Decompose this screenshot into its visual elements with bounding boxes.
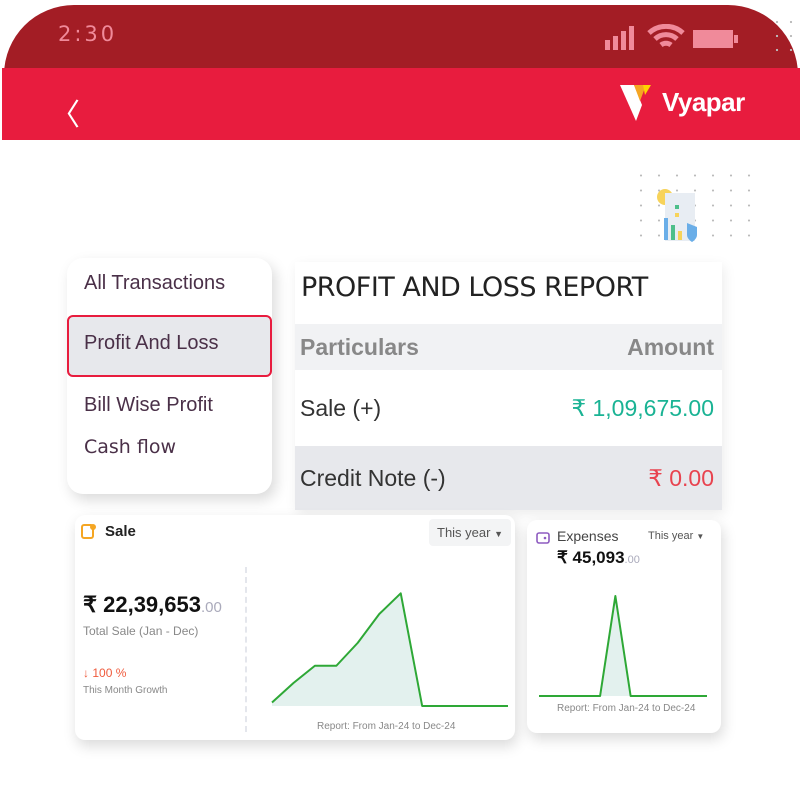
- expenses-card: Expenses This year ▼ ₹ 45,093.00 Report:…: [527, 520, 721, 733]
- growth-value: ↓ 100 %: [83, 666, 127, 680]
- menu-item-bill-wise-profit[interactable]: Bill Wise Profit: [84, 394, 213, 417]
- expenses-title: Expenses: [557, 528, 619, 544]
- report-row[interactable]: Credit Note (-) ₹ 0.00: [295, 446, 722, 510]
- brand-name: Vyapar: [662, 86, 745, 117]
- row-amount: ₹ 0.00: [648, 464, 714, 491]
- row-label: Sale (+): [300, 394, 382, 421]
- vyapar-logo-icon: [620, 85, 651, 121]
- sale-chart: [271, 592, 508, 707]
- column-particulars: Particulars: [300, 333, 419, 360]
- menu-item-all-transactions[interactable]: All Transactions: [84, 272, 225, 295]
- vyapar-logo: Vyapar: [618, 83, 745, 121]
- row-label: Credit Note (-): [300, 464, 446, 491]
- profit-loss-report: PROFIT AND LOSS REPORT Particulars Amoun…: [295, 262, 722, 510]
- wifi-icon: [647, 24, 685, 48]
- menu-item-cash-flow[interactable]: Cash flow: [84, 436, 176, 458]
- sale-icon: [81, 524, 96, 539]
- status-icons: [605, 24, 739, 50]
- caret-down-icon: ▼: [696, 532, 705, 541]
- menu-item-profit-and-loss[interactable]: Profit And Loss: [67, 315, 272, 377]
- battery-icon: [693, 30, 738, 48]
- column-amount: Amount: [627, 333, 714, 360]
- signal-icon: [605, 26, 634, 50]
- caret-down-icon: ▼: [494, 529, 504, 539]
- report-title: PROFIT AND LOSS REPORT: [301, 272, 648, 303]
- period-label: This year: [648, 530, 694, 542]
- row-amount: ₹ 1,09,675.00: [571, 394, 714, 421]
- status-time: 2:30: [58, 22, 118, 46]
- sale-card: Sale This year ▼ ₹ 22,39,653.00 Total Sa…: [75, 515, 515, 740]
- wallet-icon: [536, 532, 550, 544]
- report-illustration-icon: [657, 189, 697, 242]
- expenses-report-range: Report: From Jan-24 to Dec-24: [557, 703, 696, 714]
- sale-amount: ₹ 22,39,653.00: [83, 592, 222, 617]
- expenses-period-dropdown[interactable]: This year ▼: [648, 530, 704, 542]
- divider: [245, 567, 247, 732]
- report-row[interactable]: Sale (+) ₹ 1,09,675.00: [295, 370, 722, 446]
- chart-area: [272, 593, 508, 706]
- sale-period-dropdown[interactable]: This year ▼: [429, 519, 512, 546]
- expenses-chart: [539, 595, 707, 697]
- growth-label: This Month Growth: [83, 685, 168, 696]
- sale-report-range: Report: From Jan-24 to Dec-24: [317, 721, 456, 732]
- sale-title: Sale: [105, 523, 136, 540]
- back-button[interactable]: 〈: [50, 90, 80, 134]
- sale-subtitle: Total Sale (Jan - Dec): [83, 624, 199, 638]
- report-menu: All Transactions Profit And Loss Bill Wi…: [67, 258, 272, 494]
- decorative-dots: [770, 15, 798, 55]
- arrow-down-icon: ↓: [83, 666, 89, 680]
- expenses-amount: ₹ 45,093.00: [557, 548, 640, 567]
- report-header-row: Particulars Amount: [295, 324, 722, 370]
- period-label: This year: [437, 525, 491, 540]
